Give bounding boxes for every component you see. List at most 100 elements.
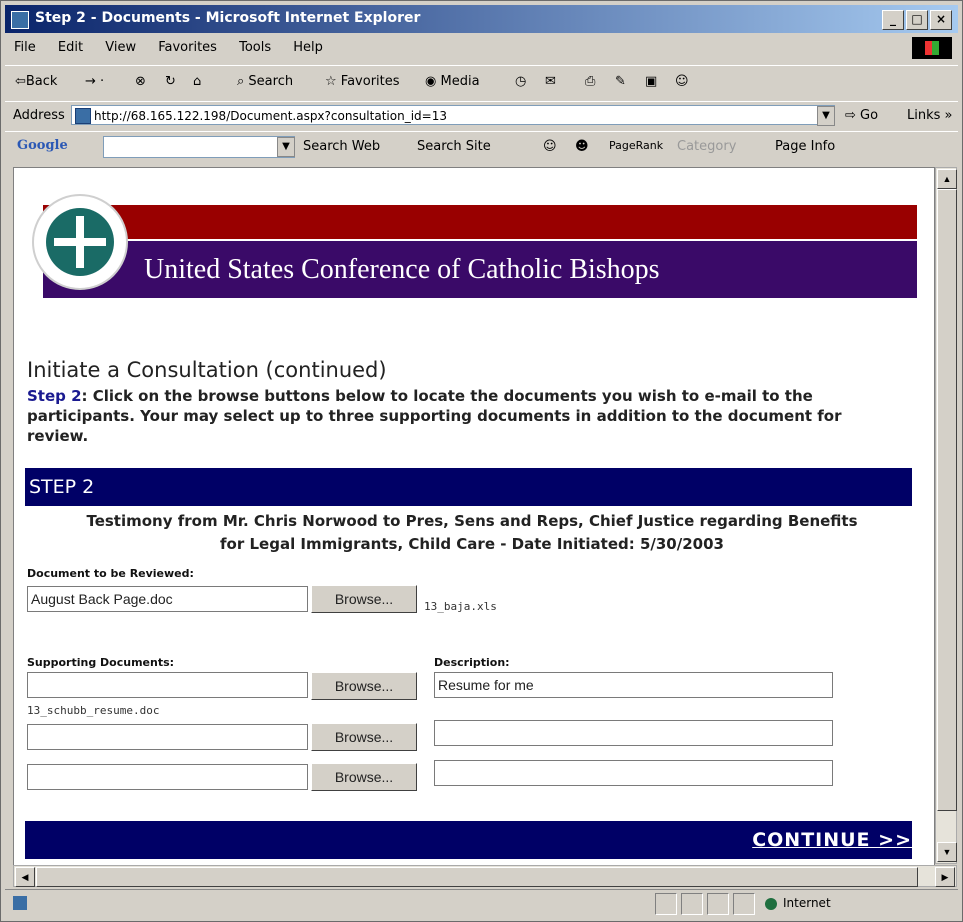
menu-tools[interactable]: Tools bbox=[230, 35, 280, 60]
favorites-label: Favorites bbox=[340, 74, 400, 89]
testimony-line-1: Testimony from Mr. Chris Norwood to Pres… bbox=[86, 512, 858, 530]
zone-label: Internet bbox=[783, 896, 831, 910]
title-bar: Step 2 - Documents - Microsoft Internet … bbox=[5, 5, 958, 33]
forward-icon[interactable]: → · bbox=[85, 74, 104, 89]
supporting-browse-button-3[interactable]: Browse... bbox=[311, 763, 417, 791]
page-status-icon bbox=[13, 896, 27, 910]
testimony-line-2: for Legal Immigrants, Child Care - Date … bbox=[220, 535, 724, 553]
banner-red-band bbox=[43, 205, 917, 239]
highlight-icon[interactable]: ☺ bbox=[543, 139, 557, 154]
search-site-button[interactable]: Search Site bbox=[417, 139, 491, 154]
address-label: Address bbox=[13, 108, 65, 123]
back-button[interactable]: ⇦Back bbox=[15, 74, 57, 89]
discuss-icon[interactable]: ▣ bbox=[645, 74, 657, 89]
go-button[interactable]: ⇨ Go bbox=[845, 108, 878, 123]
page-content: United States Conference of Catholic Bis… bbox=[13, 167, 935, 866]
minimize-button[interactable]: _ bbox=[882, 10, 904, 30]
menu-file[interactable]: File bbox=[5, 35, 45, 60]
windows-logo-icon bbox=[912, 37, 952, 59]
scroll-left-icon[interactable]: ◀ bbox=[15, 867, 35, 887]
home-icon[interactable]: ⌂ bbox=[193, 74, 201, 89]
scroll-right-icon[interactable]: ▶ bbox=[935, 867, 955, 887]
standard-toolbar: ⇦Back → · ⊗ ↻ ⌂ ⌕ Search ☆ Favorites ◉ M… bbox=[5, 65, 958, 100]
supporting-file-input-1[interactable] bbox=[27, 672, 308, 698]
pagerank-label: PageRank bbox=[609, 139, 664, 152]
page-info-button[interactable]: Page Info bbox=[775, 139, 835, 154]
stop-icon[interactable]: ⊗ bbox=[135, 74, 146, 89]
maximize-button[interactable]: □ bbox=[906, 10, 928, 30]
intro-text: Step 2: Click on the browse buttons belo… bbox=[27, 386, 907, 446]
menu-favorites[interactable]: Favorites bbox=[149, 35, 226, 60]
print-icon[interactable]: ⎙ bbox=[585, 74, 595, 89]
supporting-file-input-2[interactable] bbox=[27, 724, 308, 750]
go-label: Go bbox=[860, 108, 879, 123]
favorites-button[interactable]: ☆ Favorites bbox=[325, 74, 400, 89]
menu-edit[interactable]: Edit bbox=[49, 35, 92, 60]
page-icon bbox=[75, 108, 91, 124]
review-existing-file: 13_baja.xls bbox=[424, 600, 497, 613]
vertical-scroll-thumb[interactable] bbox=[937, 189, 957, 811]
smiley-icon[interactable]: ☻ bbox=[575, 139, 589, 154]
usccb-seal-logo bbox=[32, 194, 128, 290]
status-segment bbox=[655, 893, 677, 915]
review-file-input[interactable]: August Back Page.doc bbox=[27, 586, 308, 612]
review-browse-button[interactable]: Browse... bbox=[311, 585, 417, 613]
links-button[interactable]: Links » bbox=[907, 108, 952, 123]
search-button[interactable]: ⌕ Search bbox=[237, 74, 293, 89]
continue-link[interactable]: CONTINUE >> bbox=[752, 829, 912, 851]
consultation-title: Testimony from Mr. Chris Norwood to Pres… bbox=[32, 510, 912, 556]
supporting-label: Supporting Documents: bbox=[27, 656, 175, 669]
supporting-browse-button-1[interactable]: Browse... bbox=[311, 672, 417, 700]
scroll-up-icon[interactable]: ▲ bbox=[937, 169, 957, 189]
step-label: Step 2 bbox=[27, 387, 82, 405]
supporting-existing-file-1: 13_schubb_resume.doc bbox=[27, 704, 160, 717]
menu-help[interactable]: Help bbox=[284, 35, 332, 60]
address-input[interactable]: http://68.165.122.198/Document.aspx?cons… bbox=[71, 105, 835, 125]
google-dropdown-icon[interactable]: ▼ bbox=[277, 137, 295, 157]
description-input-1[interactable]: Resume for me bbox=[434, 672, 833, 698]
description-label: Description: bbox=[434, 656, 510, 669]
status-segment bbox=[707, 893, 729, 915]
address-dropdown-icon[interactable]: ▼ bbox=[817, 106, 835, 126]
ie-icon bbox=[11, 11, 29, 29]
browser-window: Step 2 - Documents - Microsoft Internet … bbox=[0, 0, 963, 922]
search-web-button[interactable]: Search Web bbox=[303, 139, 380, 154]
description-input-2[interactable] bbox=[434, 720, 833, 746]
menu-view[interactable]: View bbox=[96, 35, 145, 60]
status-segment bbox=[681, 893, 703, 915]
review-label: Document to be Reviewed: bbox=[27, 567, 194, 580]
globe-icon bbox=[765, 897, 777, 910]
description-input-3[interactable] bbox=[434, 760, 833, 786]
supporting-browse-button-2[interactable]: Browse... bbox=[311, 723, 417, 751]
cross-icon bbox=[46, 208, 114, 276]
step-bar: STEP 2 bbox=[25, 468, 912, 506]
category-button[interactable]: Category bbox=[677, 139, 736, 154]
menu-bar: File Edit View Favorites Tools Help bbox=[5, 35, 958, 61]
status-bar: Internet bbox=[5, 889, 958, 918]
search-label: Search bbox=[248, 74, 294, 89]
messenger-icon[interactable]: ☺ bbox=[675, 74, 689, 89]
security-zone: Internet bbox=[765, 896, 831, 910]
continue-bar: CONTINUE >> bbox=[25, 821, 912, 859]
status-segment bbox=[733, 893, 755, 915]
google-search-input[interactable] bbox=[103, 136, 295, 158]
org-title: United States Conference of Catholic Bis… bbox=[144, 254, 660, 285]
google-toolbar: Google ▼ Search Web Search Site ☺ ☻ Page… bbox=[5, 131, 958, 162]
media-label: Media bbox=[440, 74, 480, 89]
mail-icon[interactable]: ✉ bbox=[545, 74, 556, 89]
close-button[interactable]: × bbox=[930, 10, 952, 30]
refresh-icon[interactable]: ↻ bbox=[165, 74, 176, 89]
horizontal-scroll-thumb[interactable] bbox=[36, 867, 918, 887]
window-title: Step 2 - Documents - Microsoft Internet … bbox=[35, 10, 421, 26]
scroll-down-icon[interactable]: ▼ bbox=[937, 842, 957, 862]
supporting-file-input-3[interactable] bbox=[27, 764, 308, 790]
edit-icon[interactable]: ✎ bbox=[615, 74, 626, 89]
history-icon[interactable]: ◷ bbox=[515, 74, 526, 89]
intro-body: : Click on the browse buttons below to l… bbox=[27, 387, 842, 445]
media-button[interactable]: ◉ Media bbox=[425, 74, 480, 89]
google-logo[interactable]: Google bbox=[17, 138, 68, 153]
vertical-scrollbar[interactable]: ▲ ▼ bbox=[935, 167, 957, 864]
address-bar: Address http://68.165.122.198/Document.a… bbox=[5, 101, 958, 130]
horizontal-scrollbar[interactable]: ◀ ▶ bbox=[13, 865, 957, 887]
page-heading: Initiate a Consultation (continued) bbox=[27, 358, 387, 382]
